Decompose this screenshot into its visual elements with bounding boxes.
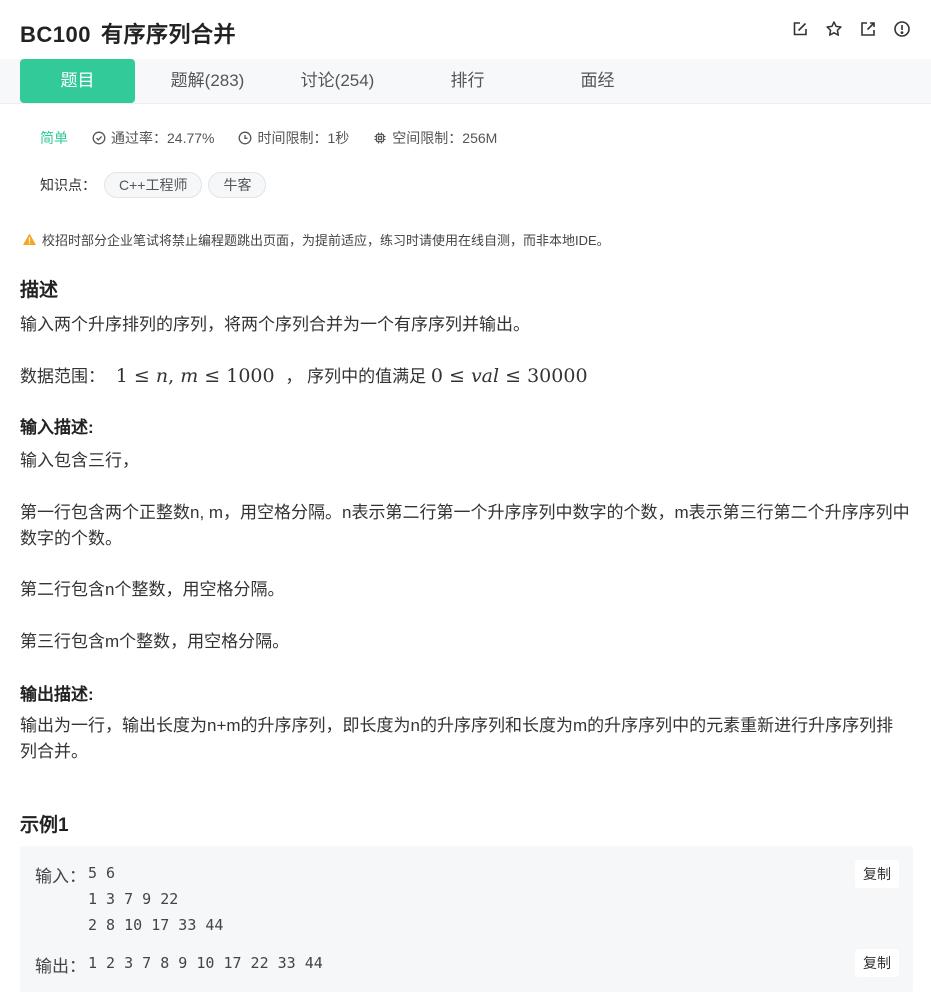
memory-limit: 空间限制：256M [373,128,497,148]
range-formula-val: 0 ≤ val ≤ 30000 [430,365,588,387]
info-icon[interactable] [893,20,911,38]
input-desc-line-1: 输入包含三行， [20,451,139,470]
description-heading: 描述 [20,280,59,301]
example-input-line: 1 3 7 9 22 [88,890,179,908]
input-desc-line-2: 第一行包含两个正整数n, m，用空格分隔。n表示第二行第一个升序序列中数字的个数… [20,503,910,548]
difficulty-badge: 简单 [40,130,68,146]
knowledge-label: 知识点： [40,177,96,193]
tab-ranking[interactable]: 排行 [410,59,525,103]
share-icon[interactable] [859,20,877,38]
tab-interviews[interactable]: 面经 [540,59,655,103]
tab-discussions[interactable]: 讨论(254) [280,59,395,103]
star-icon[interactable] [825,20,843,38]
pass-rate: 通过率：24.77% [92,128,214,148]
example-output-label: 输出： [35,957,86,976]
knowledge-points: 知识点： C++工程师 牛客 [40,172,272,198]
tag-cpp-engineer[interactable]: C++工程师 [104,172,203,198]
range-formula-nm: 1 ≤ n, m ≤ 1000 [109,365,281,387]
example-output-line: 1 2 3 7 8 9 10 17 22 33 44 [88,954,323,972]
problem-title: 有序序列合并 [100,22,236,47]
problem-header: BC100 有序序列合并 [0,0,931,60]
header-actions [791,20,911,38]
problem-meta: 简单 通过率：24.77% 时间限制：1秒 空间限制：256M [40,128,521,148]
time-limit-text: 时间限制：1秒 [257,130,350,146]
input-desc-line-3: 第二行包含n个整数，用空格分隔。 [20,580,285,599]
copy-input-button[interactable]: 复制 [855,860,899,888]
output-desc-text: 输出为一行，输出长度为n+m的升序序列，即长度为n的升序序列和长度为m的升序序列… [20,716,894,761]
example-input-line: 2 8 10 17 33 44 [88,916,224,934]
example-box: 输入： 5 61 3 7 9 22 2 8 10 17 33 44 复制 输出： … [20,846,913,992]
clock-icon [239,131,252,145]
warning-icon [23,233,36,245]
example-input[interactable]: 5 6 1 3 7 9 22 2 8 10 17 33 44 [88,860,223,938]
input-desc-line-4: 第三行包含m个整数，用空格分隔。 [20,632,290,651]
pass-rate-text: 通过率：24.77% [111,130,215,146]
warning-notice: 校招时部分企业笔试将禁止编程题跳出页面，为提前适应，练习时请使用在线自测，而非本… [22,230,610,249]
data-range: 数据范围： 1 ≤ n, m ≤ 1000 ， 序列中的值满足 0 ≤ val … [20,363,910,390]
edit-icon[interactable] [791,20,809,38]
input-desc-heading: 输入描述: [20,418,94,437]
problem-id: BC100 [20,22,91,47]
memory-limit-text: 空间限制：256M [392,130,498,146]
example-output[interactable]: 1 2 3 7 8 9 10 17 22 33 44 [88,950,323,976]
chip-icon [374,132,386,144]
copy-output-button[interactable]: 复制 [855,949,899,977]
problem-tabs: 题目 题解(283) 讨论(254) 排行 面经 [0,59,931,104]
tag-nowcoder[interactable]: 牛客 [208,172,267,198]
output-desc-heading: 输出描述: [20,685,94,704]
check-circle-icon [92,131,106,145]
page-title: BC100 有序序列合并 [20,17,236,49]
example-input-label: 输入： [35,867,86,886]
description-text: 输入两个升序排列的序列，将两个序列合并为一个有序序列并输出。 [20,315,530,334]
range-prefix: 数据范围： [20,367,105,386]
tab-solutions[interactable]: 题解(283) [150,59,265,103]
example-heading: 示例1 [20,815,69,836]
tab-problem[interactable]: 题目 [20,59,135,103]
example-input-line: 5 6 [88,864,116,882]
time-limit: 时间限制：1秒 [238,128,349,148]
range-mid: ， 序列中的值满足 [285,367,427,386]
warning-text: 校招时部分企业笔试将禁止编程题跳出页面，为提前适应，练习时请使用在线自测，而非本… [42,233,610,248]
